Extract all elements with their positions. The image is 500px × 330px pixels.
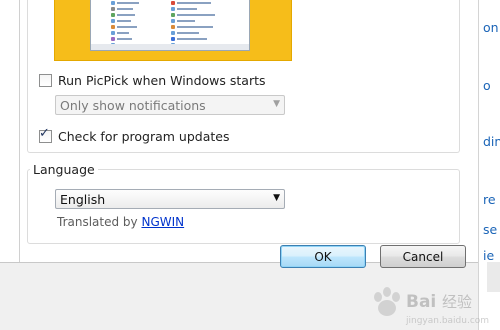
check-updates-label: Check for program updates xyxy=(58,129,230,144)
background-text-fragment: ie xyxy=(483,248,495,263)
ok-button[interactable]: OK xyxy=(280,245,366,268)
background-text-fragment: se xyxy=(483,222,498,237)
translated-by-prefix: Translated by xyxy=(57,215,138,229)
check-updates-checkbox[interactable]: ✓ xyxy=(39,126,52,143)
options-dialog: Run PicPick when Windows starts Only sho… xyxy=(0,0,479,263)
notification-mode-value: Only show notifications xyxy=(60,98,206,113)
run-on-start-label: Run PicPick when Windows starts xyxy=(58,73,266,88)
chevron-down-icon: ▼ xyxy=(273,99,280,109)
background-text-fragment: re xyxy=(483,192,496,207)
chevron-down-icon: ▼ xyxy=(273,193,280,203)
background-text-fragment: din xyxy=(483,134,500,149)
preview-status-strip xyxy=(91,44,249,50)
screenshot-preview xyxy=(54,0,292,61)
baidu-watermark: Bai 经验 jingyan.baidu.com xyxy=(374,287,489,326)
background-text-fragment: o xyxy=(483,78,491,93)
run-on-start-checkbox[interactable] xyxy=(39,74,52,87)
language-select[interactable]: English ▼ xyxy=(55,189,285,209)
language-value: English xyxy=(60,192,106,207)
notification-mode-select[interactable]: Only show notifications ▼ xyxy=(55,95,285,115)
check-updates-row[interactable]: ✓ Check for program updates xyxy=(39,126,230,144)
svg-text:经验: 经验 xyxy=(442,293,472,311)
svg-text:jingyan.baidu.com: jingyan.baidu.com xyxy=(405,316,489,326)
translator-link[interactable]: NGWIN xyxy=(141,215,184,229)
translated-by: Translated by NGWIN xyxy=(57,215,184,229)
preview-menu-column-right xyxy=(171,0,215,47)
preview-window-thumbnail xyxy=(90,0,250,51)
preview-menu-column-left xyxy=(111,0,139,47)
checkmark-icon: ✓ xyxy=(39,126,50,141)
cancel-button[interactable]: Cancel xyxy=(380,245,466,268)
background-text-fragment: on t xyxy=(483,20,500,35)
run-on-start-row[interactable]: Run PicPick when Windows starts xyxy=(39,73,266,88)
left-divider xyxy=(19,0,20,262)
language-group-label: Language xyxy=(30,162,98,177)
svg-text:Bai: Bai xyxy=(406,292,436,312)
